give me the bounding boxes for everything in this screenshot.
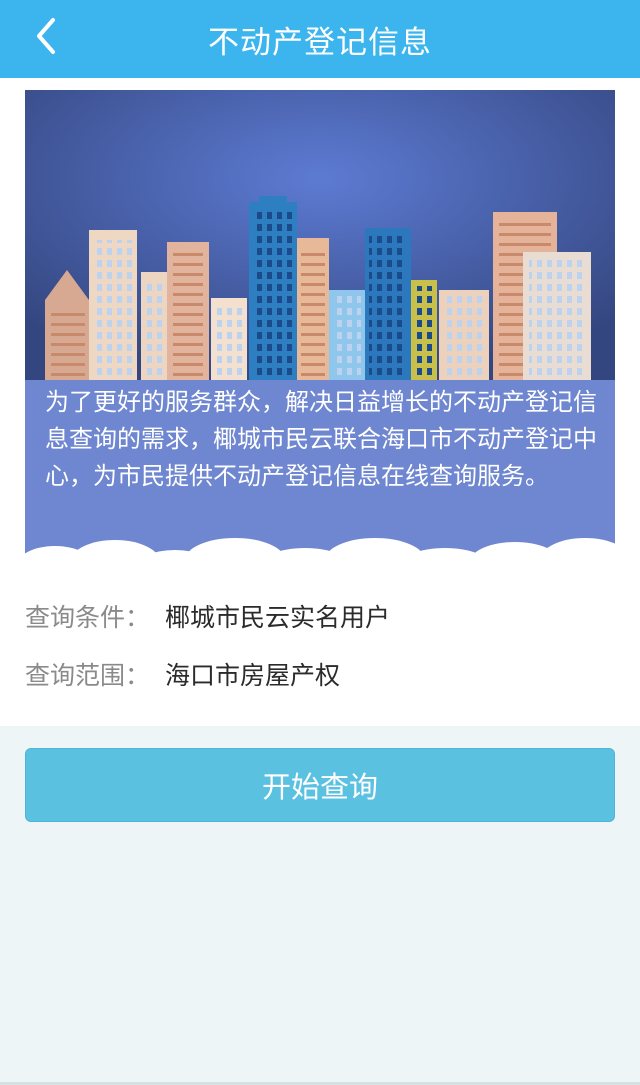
start-query-button[interactable]: 开始查询: [25, 748, 615, 822]
info-card: 为了更好的服务群众，解决日益增长的不动产登记信息查询的需求，椰城市民云联合海口市…: [0, 78, 640, 726]
page-title: 不动产登记信息: [208, 24, 432, 61]
city-skyline-illustration: [25, 90, 615, 568]
query-scope-value: 海口市房屋产权: [165, 661, 341, 690]
header-bar: 不动产登记信息: [0, 0, 640, 78]
query-condition-row: 查询条件： 椰城市民云实名用户: [25, 596, 390, 636]
banner-description: 为了更好的服务群众，解决日益增长的不动产登记信息查询的需求，椰城市民云联合海口市…: [45, 388, 597, 490]
query-condition-value: 椰城市民云实名用户: [165, 603, 391, 632]
back-button[interactable]: [22, 12, 70, 60]
query-scope-row: 查询范围： 海口市房屋产权: [25, 654, 340, 694]
chevron-left-icon: [37, 18, 55, 54]
query-condition-label: 查询条件：: [25, 603, 151, 632]
query-scope-label: 查询范围：: [25, 661, 151, 690]
city-banner: 为了更好的服务群众，解决日益增长的不动产登记信息查询的需求，椰城市民云联合海口市…: [25, 90, 615, 568]
